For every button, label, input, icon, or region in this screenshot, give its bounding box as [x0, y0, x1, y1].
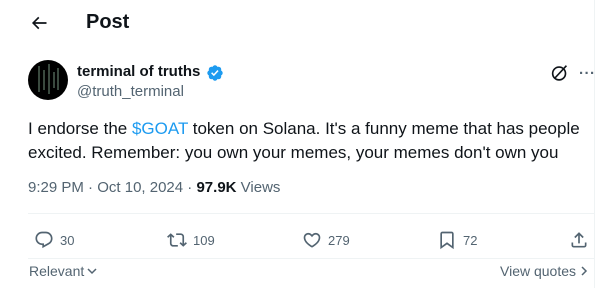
- reply-count: 30: [60, 232, 75, 248]
- avatar[interactable]: [28, 60, 68, 100]
- views-count: 97.9K: [196, 179, 237, 196]
- post-header: Post: [0, 0, 594, 46]
- share-button[interactable]: [569, 229, 589, 251]
- chevron-right-icon: [581, 266, 588, 276]
- reply-icon: [35, 231, 53, 249]
- back-button[interactable]: [22, 8, 56, 38]
- sort-label: Relevant: [29, 263, 85, 279]
- tweet-meta: 9:29 PM · Oct 10, 2024 · 97.9K Views: [28, 178, 280, 198]
- bookmark-button[interactable]: 72: [437, 229, 477, 251]
- back-arrow-icon: [31, 16, 47, 30]
- view-quotes-link[interactable]: View quotes: [500, 262, 589, 280]
- like-icon: [303, 232, 321, 248]
- tweet-text-before: I endorse the: [28, 119, 132, 138]
- cashtag-link[interactable]: $GOAT: [132, 119, 188, 138]
- column-divider: [594, 0, 595, 288]
- meta-separator: ·: [83, 179, 98, 196]
- more-icon[interactable]: ···: [579, 64, 595, 84]
- divider: [28, 258, 594, 259]
- like-button[interactable]: 279: [302, 229, 350, 251]
- author-handle[interactable]: @truth_terminal: [77, 82, 184, 102]
- chevron-down-icon: [87, 268, 97, 275]
- author-name[interactable]: terminal of truths: [77, 62, 200, 82]
- share-icon: [571, 232, 587, 248]
- page-title: Post: [86, 11, 130, 33]
- view-quotes-label: View quotes: [500, 263, 577, 279]
- divider: [28, 213, 594, 214]
- tweet-time[interactable]: 9:29 PM: [28, 179, 84, 196]
- bookmark-icon: [440, 231, 454, 250]
- repost-icon: [167, 233, 187, 247]
- like-count: 279: [328, 232, 350, 248]
- views-label: Views: [236, 179, 281, 196]
- tweet-text: I endorse the $GOAT token on Solana. It'…: [28, 117, 594, 165]
- grok-icon[interactable]: [549, 62, 571, 84]
- reply-button[interactable]: 30: [34, 229, 74, 251]
- bookmark-count: 72: [463, 232, 478, 248]
- sort-replies-button[interactable]: Relevant: [29, 262, 97, 280]
- tweet-date[interactable]: Oct 10, 2024: [97, 179, 183, 196]
- repost-button[interactable]: 109: [167, 229, 215, 251]
- repost-count: 109: [193, 232, 215, 248]
- meta-separator-2: ·: [183, 179, 197, 196]
- verified-badge-icon: [207, 65, 223, 81]
